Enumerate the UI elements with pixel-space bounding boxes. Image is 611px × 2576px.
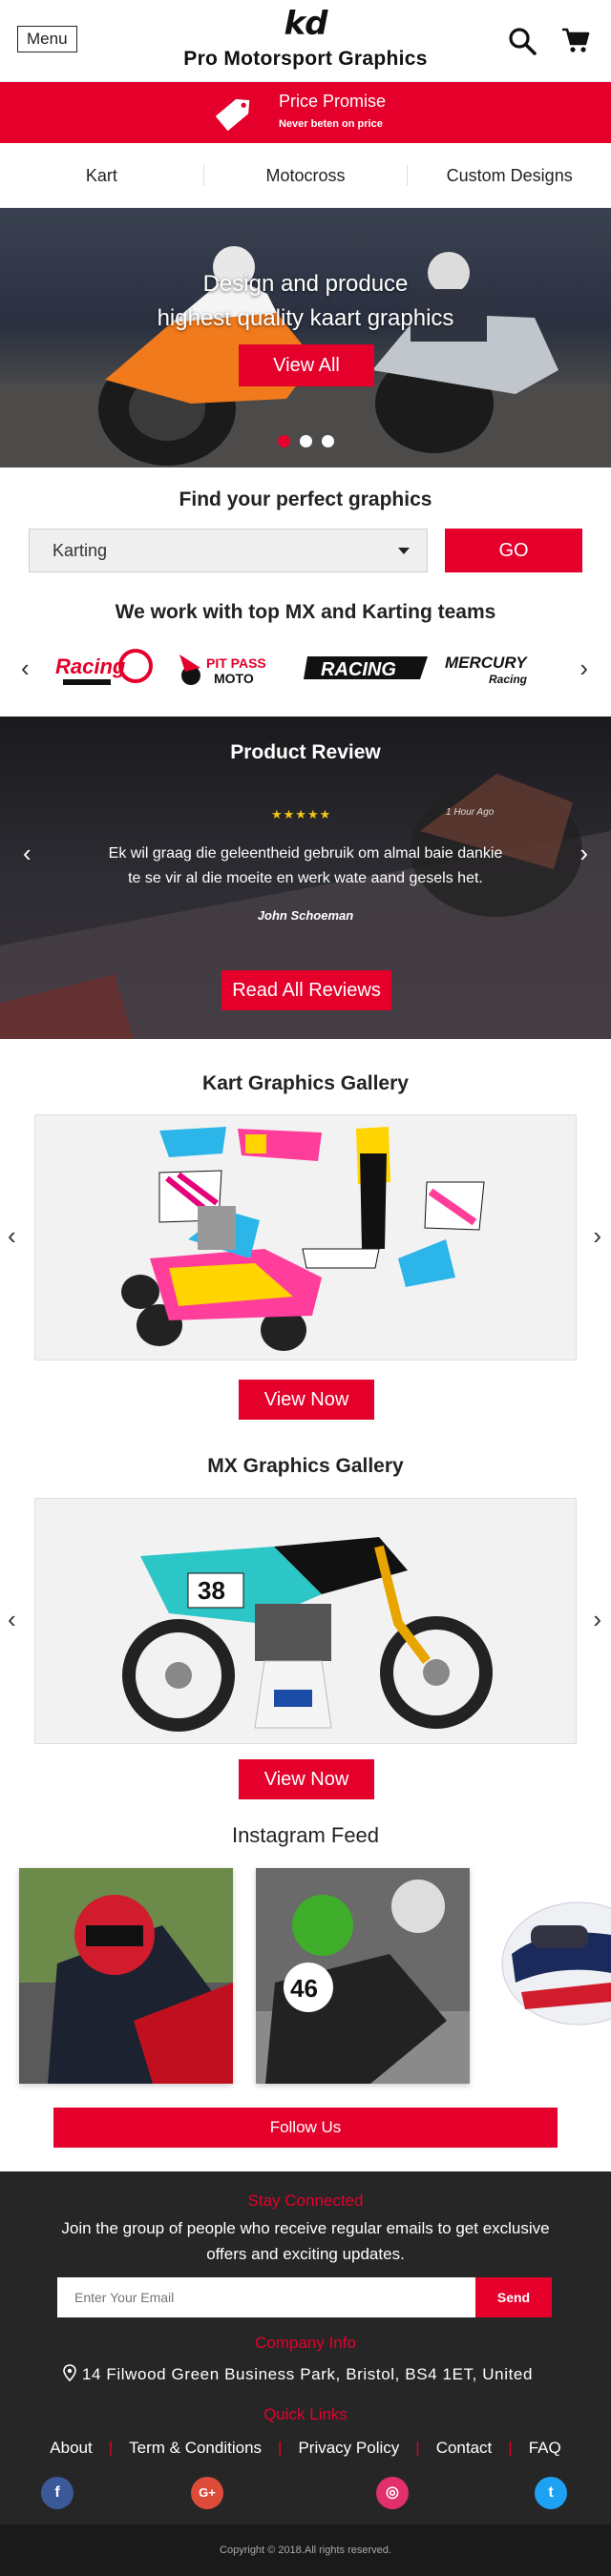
mx-gallery-title: MX Graphics Gallery — [207, 1455, 404, 1477]
read-all-reviews-button[interactable]: Read All Reviews — [221, 970, 391, 1010]
mx-view-now-button[interactable]: View Now — [239, 1759, 374, 1799]
kart-gallery-image[interactable] — [34, 1114, 577, 1361]
mx-gallery-prev-arrow[interactable]: ‹ — [8, 1607, 16, 1631]
svg-text:Racing: Racing — [489, 673, 528, 686]
helmets-image — [493, 1868, 611, 2084]
email-input[interactable] — [57, 2277, 477, 2317]
view-all-button[interactable]: View All — [239, 344, 374, 386]
copyright-text: Copyright © 2018.All rights reserved. — [0, 2524, 611, 2576]
svg-text:MOTO: MOTO — [214, 671, 254, 686]
finder-row: Karting GO — [0, 511, 611, 582]
teams-next-arrow[interactable]: › — [579, 655, 588, 680]
kart-gallery-next-arrow[interactable]: › — [593, 1223, 601, 1248]
teams-prev-arrow[interactable]: ‹ — [21, 655, 30, 680]
kart-view-now-button[interactable]: View Now — [239, 1380, 374, 1420]
go-button[interactable]: GO — [445, 529, 582, 572]
review-text: Ek wil graag die geleentheid gebruik om … — [108, 845, 503, 886]
team-logo-pitpass[interactable]: PIT PASS MOTO — [172, 647, 284, 689]
team-logo-racing-2[interactable]: RACING — [304, 647, 432, 689]
svg-text:PIT PASS: PIT PASS — [206, 655, 266, 671]
team-logo-mercury[interactable]: MERCURY Racing — [441, 647, 561, 689]
teams-title: We work with top MX and Karting teams — [115, 601, 496, 623]
search-icon[interactable] — [508, 27, 537, 55]
team-logo-racing-2-text: RACING — [321, 659, 396, 680]
slider-dots — [0, 435, 611, 447]
category-select-value: Karting — [53, 541, 108, 560]
team-logo-racing-text: Racing — [55, 654, 126, 678]
nav-item-motocross[interactable]: Motocross — [204, 164, 409, 186]
instagram-title: Instagram Feed — [231, 1823, 380, 1847]
company-info-title: Company Info — [255, 2334, 356, 2352]
stay-connected-text: Join the group of people who receive reg… — [61, 2219, 550, 2263]
cart-icon[interactable] — [561, 27, 590, 53]
link-faq[interactable]: FAQ — [529, 2439, 561, 2458]
reviewer-name: John Schoeman — [257, 908, 354, 923]
mx-bike-number: 38 — [198, 1576, 225, 1605]
link-contact[interactable]: Contact — [436, 2439, 493, 2458]
teams-carousel: ‹ Racing PIT PASS MOTO RACING MERCURY Ra… — [0, 624, 611, 700]
rider-number-46-image: 46 — [256, 1868, 470, 2084]
review-title: Product Review — [230, 741, 381, 763]
rider-number: 46 — [290, 1974, 318, 2003]
location-pin-icon — [63, 2364, 76, 2382]
slider-dot-3[interactable] — [321, 435, 334, 447]
price-tag-icon — [215, 98, 250, 132]
kart-graphics-image — [121, 1127, 485, 1351]
mx-gallery-image[interactable]: 38 — [34, 1498, 577, 1744]
hero-slider: Design and produce highest quality kaart… — [0, 208, 611, 467]
site-header: Menu kd Pro Motorsport Graphics — [0, 0, 611, 82]
kart-gallery-prev-arrow[interactable]: ‹ — [8, 1223, 16, 1248]
link-separator: | — [508, 2439, 513, 2457]
instagram-icon[interactable]: ◎ — [376, 2477, 409, 2509]
hero-title: Design and produce highest quality kaart… — [157, 271, 454, 331]
category-select[interactable]: Karting — [29, 529, 428, 572]
link-separator: | — [108, 2439, 114, 2457]
site-footer: Stay Connected Join the group of people … — [0, 2171, 611, 2524]
chevron-down-icon — [398, 548, 410, 554]
star-rating: ★★★★★ — [271, 807, 332, 821]
product-review-section: Product Review ‹ › ★★★★★ 1 Hour Ago Ek w… — [0, 717, 611, 1039]
company-address: 14 Filwood Green Business Park, Bristol,… — [63, 2364, 533, 2384]
send-button[interactable]: Send — [475, 2277, 552, 2317]
finder-title: Find your perfect graphics — [179, 488, 432, 510]
google-plus-icon[interactable]: G+ — [191, 2477, 223, 2509]
link-separator: | — [415, 2439, 420, 2457]
link-about[interactable]: About — [50, 2439, 92, 2458]
stay-connected-title: Stay Connected — [247, 2192, 364, 2210]
svg-text:MERCURY: MERCURY — [445, 654, 528, 672]
review-next-arrow[interactable]: › — [579, 841, 588, 865]
instagram-post-2[interactable]: 46 — [256, 1868, 470, 2084]
mx-bike-image: 38 — [122, 1537, 493, 1732]
quick-links: About | Term & Conditions | Privacy Poli… — [0, 2439, 611, 2458]
team-logo-racing[interactable]: Racing — [53, 647, 153, 689]
nav-item-custom-designs[interactable]: Custom Designs — [408, 165, 611, 186]
rider-red-helmet-image — [19, 1868, 233, 2084]
review-prev-arrow[interactable]: ‹ — [23, 841, 32, 865]
promise-title: Price Promise — [279, 92, 387, 111]
slider-dot-1[interactable] — [277, 435, 290, 447]
follow-us-button[interactable]: Follow Us — [53, 2108, 558, 2148]
mx-gallery-next-arrow[interactable]: › — [593, 1607, 601, 1631]
price-promise-banner[interactable]: Price Promise Never beten on price — [0, 82, 611, 143]
review-time: 1 Hour Ago — [446, 807, 495, 818]
quick-links-title: Quick Links — [263, 2405, 348, 2423]
instagram-post-3[interactable] — [493, 1868, 611, 2084]
category-nav: Kart Motocross Custom Designs — [0, 143, 611, 208]
hero-motorbike-image — [0, 246, 611, 467]
slider-dot-2[interactable] — [299, 435, 312, 447]
nav-item-kart[interactable]: Kart — [0, 164, 204, 186]
address-text: 14 Filwood Green Business Park, Bristol,… — [82, 2365, 534, 2383]
link-separator: | — [278, 2439, 283, 2457]
link-privacy[interactable]: Privacy Policy — [298, 2439, 399, 2458]
kart-gallery-title: Kart Graphics Gallery — [202, 1072, 409, 1094]
twitter-icon[interactable]: t — [535, 2477, 567, 2509]
promise-subtitle: Never beten on price — [279, 118, 383, 130]
link-terms[interactable]: Term & Conditions — [129, 2439, 262, 2458]
instagram-post-1[interactable] — [19, 1868, 233, 2084]
facebook-icon[interactable]: f — [41, 2477, 74, 2509]
